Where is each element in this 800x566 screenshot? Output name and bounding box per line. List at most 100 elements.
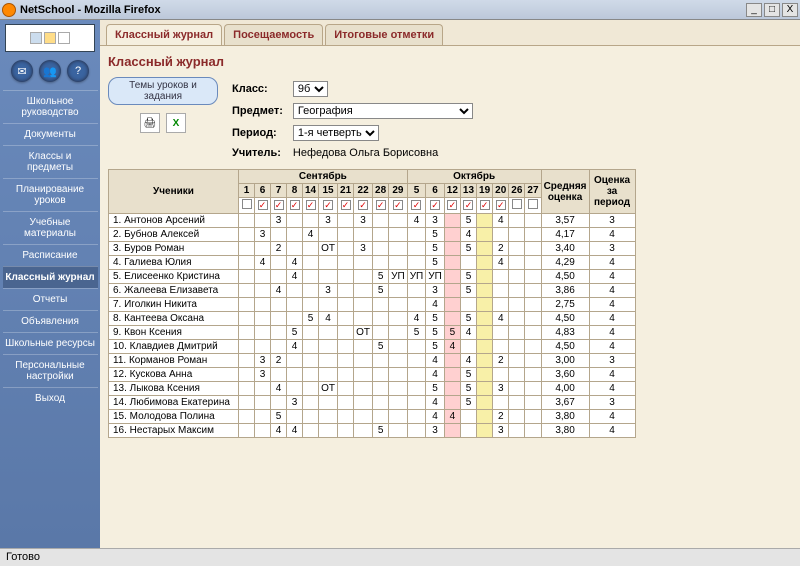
grade-cell[interactable] (493, 284, 509, 298)
grade-cell[interactable]: 4 (407, 312, 426, 326)
tab-2[interactable]: Итоговые отметки (325, 24, 443, 45)
grade-cell[interactable] (373, 312, 389, 326)
grade-cell[interactable] (303, 298, 319, 312)
sidebar-item-0[interactable]: Школьное руководство (3, 90, 98, 123)
grade-cell[interactable] (239, 354, 255, 368)
grade-cell[interactable]: 4 (460, 326, 476, 340)
period-cell[interactable]: 3 (589, 214, 635, 228)
grade-cell[interactable] (338, 214, 354, 228)
student-name[interactable]: 13. Лыкова Ксения (109, 382, 239, 396)
grade-cell[interactable] (460, 410, 476, 424)
day-checkbox[interactable] (341, 200, 351, 210)
grade-cell[interactable] (407, 354, 426, 368)
grade-cell[interactable] (287, 214, 303, 228)
grade-cell[interactable]: 4 (271, 382, 287, 396)
period-cell[interactable]: 3 (589, 242, 635, 256)
grade-cell[interactable]: 3 (354, 242, 373, 256)
grade-cell[interactable] (271, 298, 287, 312)
grade-cell[interactable]: 4 (303, 228, 319, 242)
grade-cell[interactable] (255, 396, 271, 410)
grade-cell[interactable] (460, 340, 476, 354)
grade-cell[interactable]: 5 (373, 424, 389, 438)
grade-cell[interactable] (389, 396, 408, 410)
grade-cell[interactable]: 5 (460, 382, 476, 396)
grade-cell[interactable]: 4 (426, 410, 445, 424)
grade-cell[interactable] (389, 340, 408, 354)
student-name[interactable]: 15. Молодова Полина (109, 410, 239, 424)
grade-cell[interactable]: УП (407, 270, 426, 284)
grade-cell[interactable] (477, 298, 493, 312)
grade-cell[interactable] (287, 284, 303, 298)
grade-cell[interactable] (477, 228, 493, 242)
day-checkbox[interactable] (358, 200, 368, 210)
grade-cell[interactable] (271, 312, 287, 326)
grade-cell[interactable] (525, 312, 541, 326)
period-cell[interactable]: 4 (589, 410, 635, 424)
grade-cell[interactable] (493, 270, 509, 284)
grade-cell[interactable] (509, 326, 525, 340)
grade-cell[interactable] (239, 382, 255, 396)
day-checkbox[interactable] (323, 200, 333, 210)
grade-cell[interactable] (303, 340, 319, 354)
grade-cell[interactable] (303, 396, 319, 410)
grade-cell[interactable]: 5 (460, 214, 476, 228)
day-checkbox[interactable] (430, 200, 440, 210)
grade-cell[interactable] (319, 256, 338, 270)
grade-cell[interactable] (303, 424, 319, 438)
grade-cell[interactable]: 4 (287, 424, 303, 438)
grade-cell[interactable]: 4 (444, 410, 460, 424)
grade-cell[interactable] (319, 368, 338, 382)
grade-cell[interactable] (319, 298, 338, 312)
grade-cell[interactable] (477, 424, 493, 438)
student-name[interactable]: 3. Буров Роман (109, 242, 239, 256)
grade-cell[interactable]: ОТ (319, 382, 338, 396)
grade-cell[interactable] (354, 298, 373, 312)
grade-cell[interactable] (444, 312, 460, 326)
grade-cell[interactable] (525, 256, 541, 270)
grade-cell[interactable] (444, 382, 460, 396)
grade-cell[interactable] (444, 396, 460, 410)
topics-button[interactable]: Темы уроков и задания (108, 77, 218, 105)
student-name[interactable]: 12. Кускова Анна (109, 368, 239, 382)
grade-cell[interactable] (509, 242, 525, 256)
grade-cell[interactable]: 2 (493, 410, 509, 424)
grade-cell[interactable] (525, 270, 541, 284)
grade-cell[interactable] (303, 214, 319, 228)
grade-cell[interactable]: 5 (460, 242, 476, 256)
grade-cell[interactable] (509, 368, 525, 382)
grade-cell[interactable] (287, 368, 303, 382)
sidebar-item-9[interactable]: Школьные ресурсы (3, 332, 98, 354)
grade-cell[interactable] (460, 298, 476, 312)
grade-cell[interactable] (477, 410, 493, 424)
grade-cell[interactable] (509, 396, 525, 410)
print-icon[interactable]: 🖨 (140, 113, 160, 133)
grade-cell[interactable] (303, 410, 319, 424)
grade-cell[interactable] (255, 312, 271, 326)
period-cell[interactable]: 4 (589, 284, 635, 298)
grade-cell[interactable] (255, 382, 271, 396)
grade-cell[interactable] (525, 284, 541, 298)
student-name[interactable]: 7. Иголкин Никита (109, 298, 239, 312)
grade-cell[interactable] (389, 312, 408, 326)
grade-cell[interactable] (239, 396, 255, 410)
grade-cell[interactable]: 3 (271, 214, 287, 228)
period-cell[interactable]: 4 (589, 228, 635, 242)
day-checkbox[interactable] (512, 199, 522, 209)
grade-cell[interactable]: 4 (426, 396, 445, 410)
grade-cell[interactable] (525, 396, 541, 410)
grade-cell[interactable] (477, 326, 493, 340)
grade-cell[interactable] (525, 214, 541, 228)
grade-cell[interactable] (389, 228, 408, 242)
grade-cell[interactable] (373, 326, 389, 340)
grade-cell[interactable] (338, 312, 354, 326)
grade-cell[interactable] (373, 410, 389, 424)
grade-cell[interactable] (477, 256, 493, 270)
grade-cell[interactable] (407, 410, 426, 424)
grade-cell[interactable] (287, 382, 303, 396)
grade-cell[interactable] (525, 340, 541, 354)
day-checkbox[interactable] (463, 200, 473, 210)
grade-cell[interactable]: 3 (255, 368, 271, 382)
grade-cell[interactable]: ОТ (319, 242, 338, 256)
sidebar-item-10[interactable]: Персональные настройки (3, 354, 98, 387)
grade-cell[interactable] (271, 270, 287, 284)
